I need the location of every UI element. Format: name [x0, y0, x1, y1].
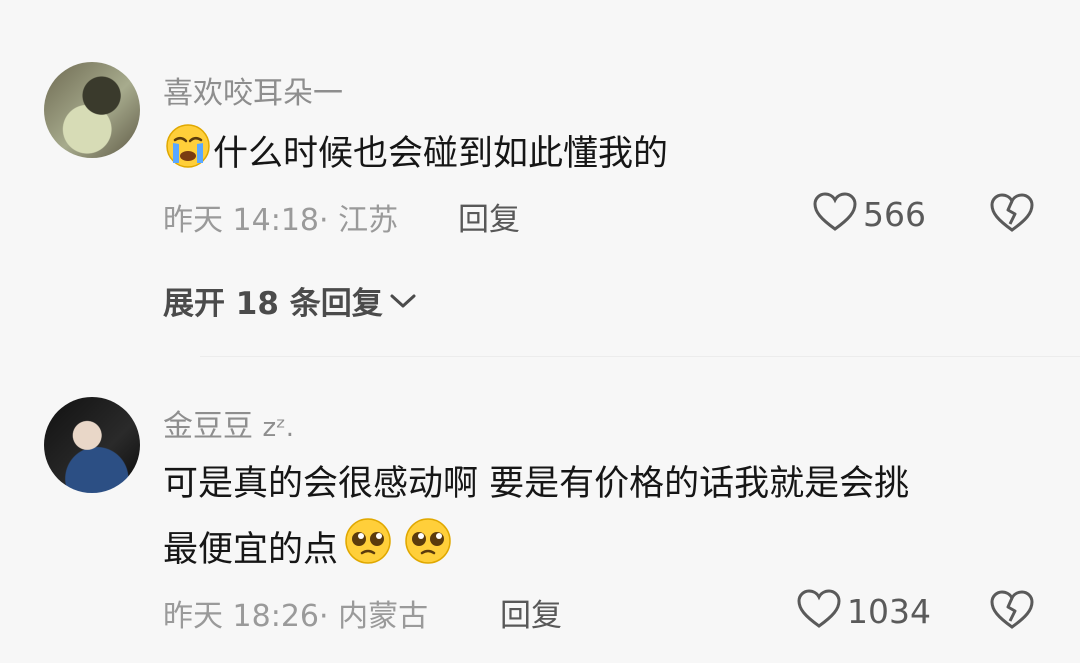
comment-text: 什么时候也会碰到如此懂我的 — [163, 120, 668, 190]
dislike-button[interactable] — [990, 193, 1034, 237]
username[interactable]: 喜欢咬耳朵一 — [163, 68, 343, 112]
comment-meta: 昨天 14:18· 江苏 — [163, 203, 399, 238]
crying-face-icon — [163, 120, 213, 190]
like-count: 566 — [863, 194, 926, 234]
comment-item: 喜欢咬耳朵一 什么时候也会碰到如此懂我的 昨天 14:18· 江苏 回复 566 — [0, 0, 1080, 356]
expand-replies-button[interactable]: 展开 18 条回复 — [163, 278, 417, 323]
reply-button[interactable]: 回复 — [500, 590, 562, 635]
chevron-down-icon — [389, 283, 417, 319]
heart-outline-icon — [797, 589, 841, 633]
avatar[interactable] — [44, 62, 140, 158]
comment-text: 可是真的会很感动啊 要是有价格的话我就是会挑 最便宜的点 — [163, 453, 909, 587]
comment-meta: 昨天 18:26· 内蒙古 — [163, 599, 429, 634]
pleading-face-icon — [342, 515, 394, 587]
dislike-button[interactable] — [990, 590, 1034, 634]
like-button[interactable]: 1034 — [797, 589, 931, 633]
reply-button[interactable]: 回复 — [458, 194, 520, 239]
broken-heart-icon — [990, 193, 1034, 237]
broken-heart-icon — [990, 590, 1034, 634]
heart-outline-icon — [813, 192, 857, 236]
avatar[interactable] — [44, 397, 140, 493]
username[interactable]: 金豆豆 zᶻ. — [163, 401, 294, 445]
like-count: 1034 — [847, 591, 931, 631]
comment-item: 金豆豆 zᶻ. 可是真的会很感动啊 要是有价格的话我就是会挑 最便宜的点 昨天 … — [0, 357, 1080, 663]
like-button[interactable]: 566 — [813, 192, 926, 236]
pleading-face-icon — [402, 515, 454, 587]
